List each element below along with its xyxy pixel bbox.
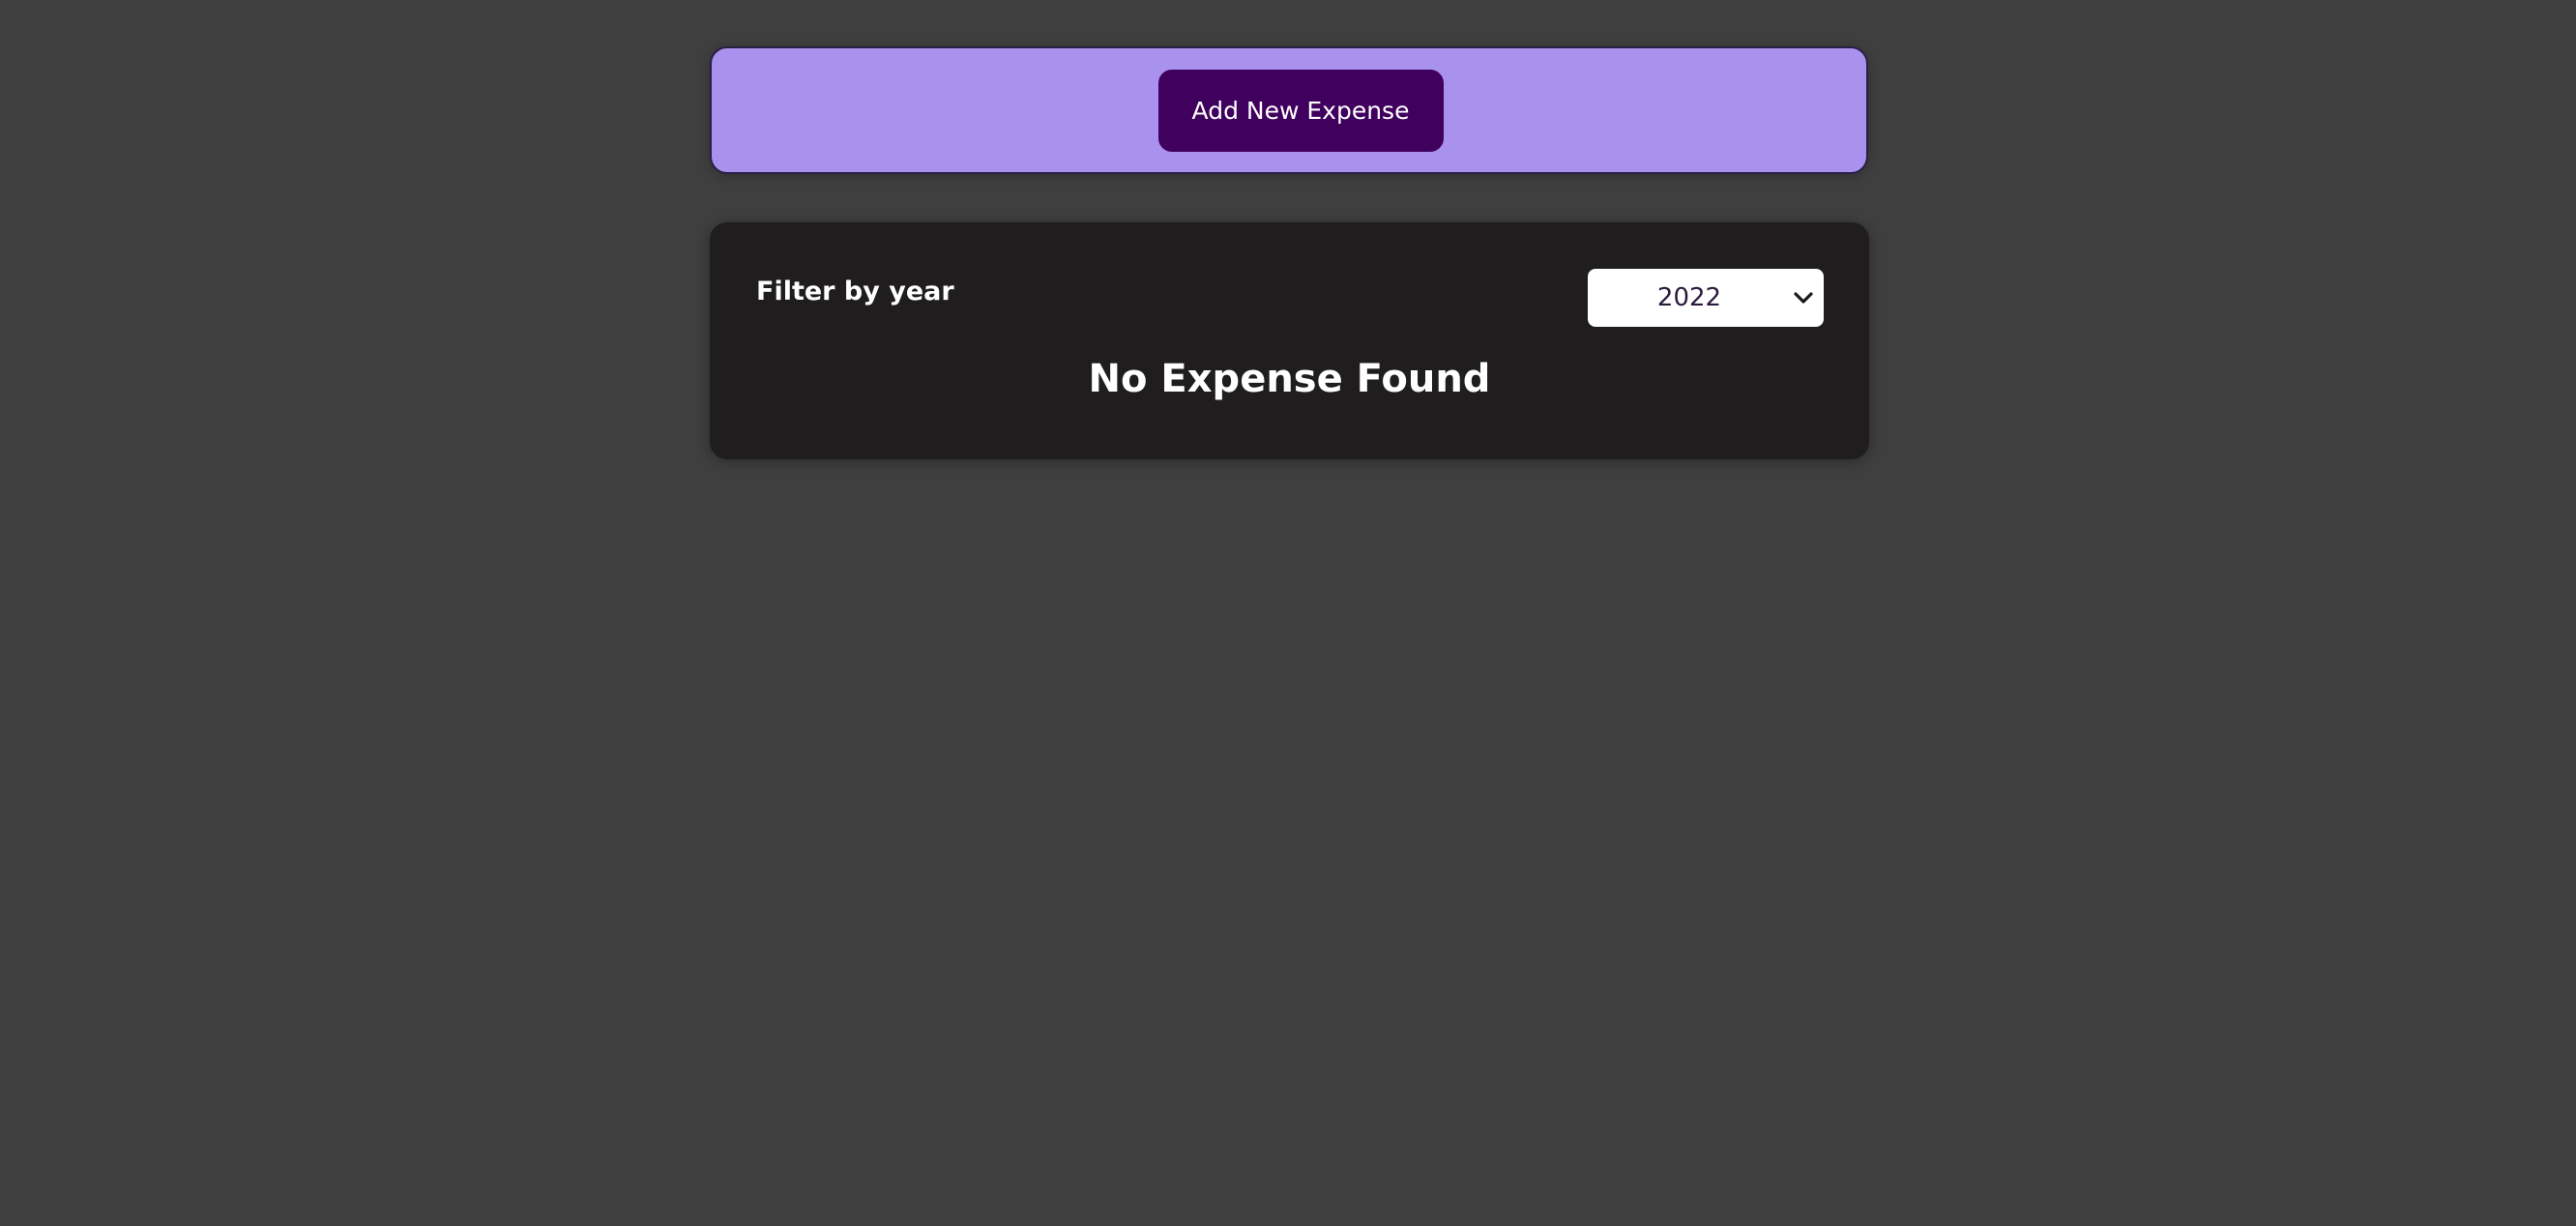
no-expense-message: No Expense Found: [1088, 357, 1491, 401]
selected-year-value: 2022: [1656, 283, 1722, 312]
expenses-panel: Filter by year 2022 No Expense Found: [710, 222, 1869, 459]
year-filter-select[interactable]: 2022: [1588, 269, 1824, 327]
chevron-down-icon: [1783, 269, 1824, 327]
expense-tracker-page: Add New Expense Filter by year 2022 No E…: [0, 0, 2576, 1226]
filter-by-year-label: Filter by year: [756, 277, 954, 306]
add-new-expense-button[interactable]: Add New Expense: [1157, 69, 1444, 152]
new-expense-panel: Add New Expense: [710, 46, 1868, 174]
